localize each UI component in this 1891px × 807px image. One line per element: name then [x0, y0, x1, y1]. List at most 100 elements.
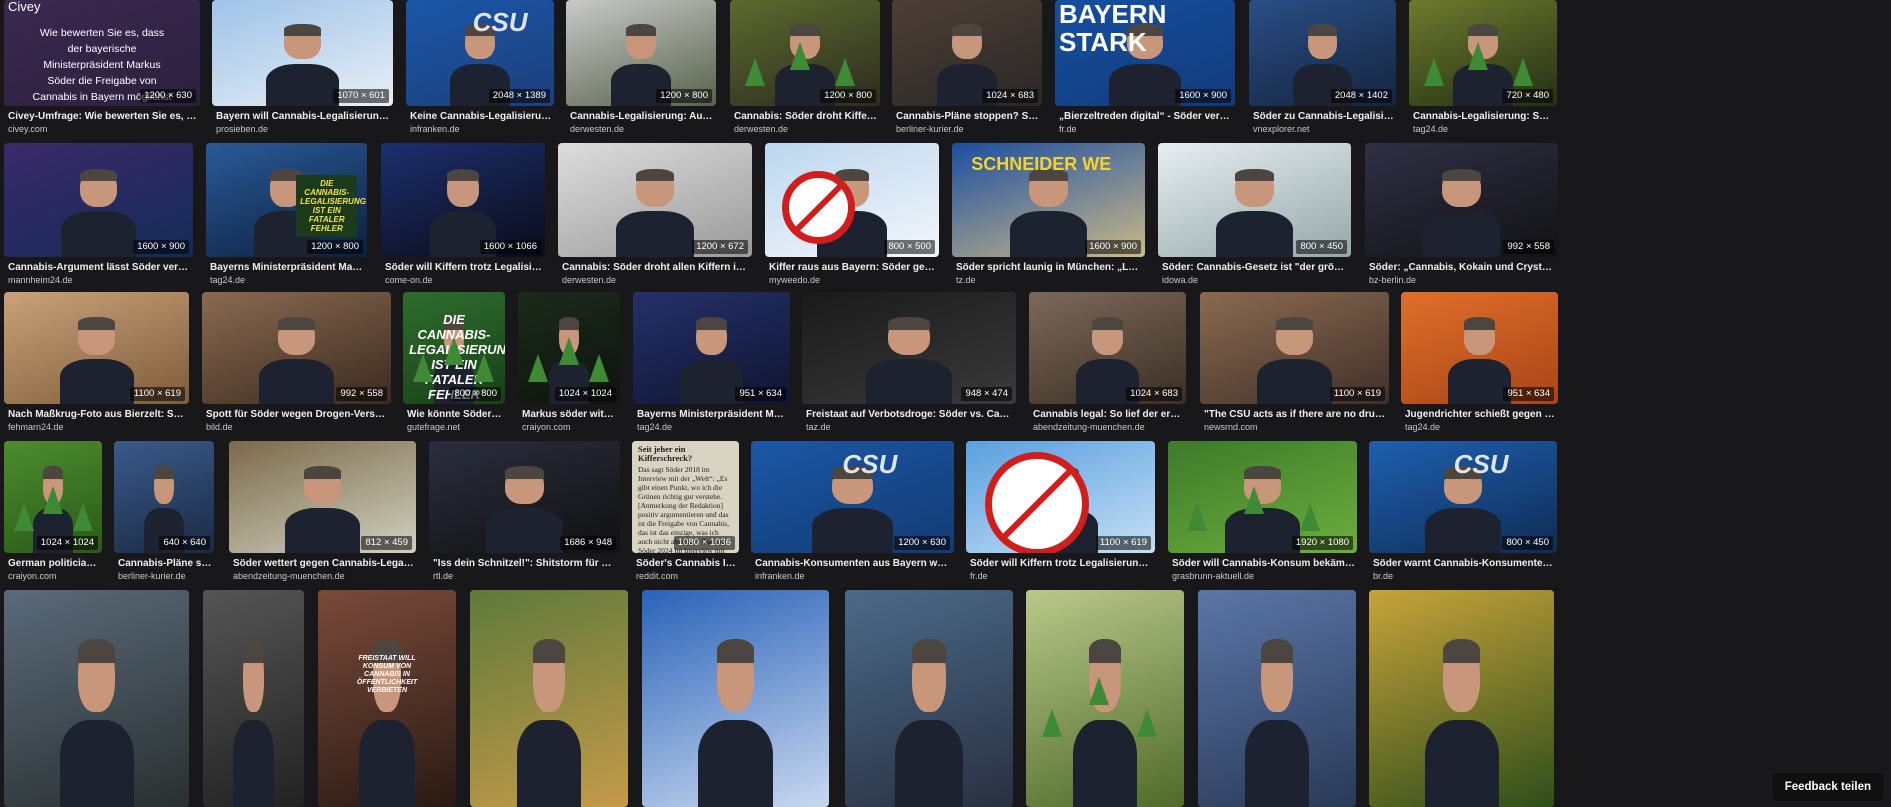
result-source-domain[interactable]: craiyon.com — [522, 421, 618, 433]
result-title-link[interactable]: Söder spricht launig in München: „Lasst … — [956, 261, 1143, 274]
result-title-link[interactable]: Bayern will Cannabis-Legalisierung verhi… — [216, 110, 391, 123]
result-title-link[interactable]: Cannabis-Legalisierung: Ausgerechnet ... — [570, 110, 714, 123]
result-title-link[interactable]: Söder will Kiffern trotz Legalisierung d… — [385, 261, 543, 274]
result-source-domain[interactable]: fehmarn24.de — [8, 421, 187, 433]
result-thumbnail[interactable]: Die Cannabis-Legalisierung ist ein fatal… — [206, 143, 367, 257]
result-thumbnail[interactable]: 1600 × 900 — [4, 143, 193, 257]
result-thumbnail[interactable]: 800 × 500 — [765, 143, 939, 257]
result-title-link[interactable]: Cannabis-Pläne stoppen? ... — [118, 557, 212, 570]
result-title-link[interactable]: "The CSU acts as if there are no drugs i… — [1204, 408, 1387, 421]
result-thumbnail[interactable]: CSU 2048 × 1389 — [406, 0, 554, 106]
result-thumbnail[interactable]: 800 × 450 — [1158, 143, 1351, 257]
result-source-domain[interactable]: rtl.de — [433, 570, 618, 582]
result-thumbnail[interactable]: 992 × 558 — [1365, 143, 1558, 257]
result-source-domain[interactable]: fr.de — [970, 570, 1153, 582]
result-thumbnail[interactable]: 948 × 474 — [802, 292, 1016, 404]
result-title-link[interactable]: Söder: „Cannabis, Kokain und Crystal MET… — [1369, 261, 1556, 274]
result-title-link[interactable]: Keine Cannabis-Legalisierung in Bayer... — [410, 110, 552, 123]
result-thumbnail[interactable]: 1024 × 1024 — [4, 441, 102, 553]
result-source-domain[interactable]: fr.de — [1059, 123, 1233, 135]
result-source-domain[interactable]: bz-berlin.de — [1369, 274, 1556, 286]
result-thumbnail[interactable] — [4, 590, 189, 807]
result-thumbnail[interactable]: 1920 × 1080 — [1168, 441, 1357, 553]
result-source-domain[interactable]: abendzeitung-muenchen.de — [1033, 421, 1184, 433]
result-source-domain[interactable]: civey.com — [8, 123, 198, 135]
result-title-link[interactable]: Wie könnte Söder das Ca... — [407, 408, 503, 421]
result-thumbnail[interactable]: 1100 × 619 — [1200, 292, 1389, 404]
result-source-domain[interactable]: derwesten.de — [570, 123, 714, 135]
result-title-link[interactable]: Bayerns Ministerpräsident Markus Söder z… — [210, 261, 365, 274]
result-thumbnail[interactable]: 2048 × 1402 — [1249, 0, 1396, 106]
result-title-link[interactable]: Söder wettert gegen Cannabis-Legalisieru… — [233, 557, 414, 570]
result-title-link[interactable]: Cannabis-Argument lässt Söder verzweifel… — [8, 261, 191, 274]
result-title-link[interactable]: Civey-Umfrage: Wie bewerten Sie es, dass… — [8, 110, 198, 123]
result-source-domain[interactable]: bild.de — [206, 421, 389, 433]
result-thumbnail[interactable]: 1100 × 619 — [966, 441, 1155, 553]
result-title-link[interactable]: Söder will Kiffern trotz Legalisierung d… — [970, 557, 1153, 570]
result-thumbnail[interactable]: CSU 1200 × 630 — [751, 441, 954, 553]
result-source-domain[interactable]: grasbrunn-aktuell.de — [1172, 570, 1355, 582]
result-thumbnail[interactable]: Civey Wie bewerten Sie es, dass der bayer… — [4, 0, 200, 106]
result-thumbnail[interactable]: Freistaat will Konsum von Cannabis in Öf… — [318, 590, 456, 807]
result-source-domain[interactable]: derwesten.de — [562, 274, 750, 286]
result-source-domain[interactable]: tz.de — [956, 274, 1143, 286]
result-source-domain[interactable]: infranken.de — [755, 570, 952, 582]
result-source-domain[interactable]: gutefrage.net — [407, 421, 503, 433]
result-thumbnail[interactable] — [1026, 590, 1184, 807]
result-thumbnail[interactable]: 1600 × 1066 — [381, 143, 545, 257]
result-title-link[interactable]: "Iss dein Schnitzel!": Shitstorm für Mar… — [433, 557, 618, 570]
result-source-domain[interactable]: newsrnd.com — [1204, 421, 1387, 433]
result-title-link[interactable]: Söder warnt Cannabis-Konsumenten: Lieber… — [1373, 557, 1555, 570]
result-thumbnail[interactable]: CSU 800 × 450 — [1369, 441, 1557, 553]
result-source-domain[interactable]: berliner-kurier.de — [896, 123, 1040, 135]
result-source-domain[interactable]: myweedo.de — [769, 274, 937, 286]
result-thumbnail[interactable] — [845, 590, 1013, 807]
result-thumbnail[interactable]: 640 × 640 — [114, 441, 214, 553]
result-thumbnail[interactable]: 720 × 480 — [1409, 0, 1557, 106]
result-thumbnail[interactable]: Die Cannabis-Legalisierung ist ein fatal… — [403, 292, 505, 404]
result-thumbnail[interactable] — [203, 590, 304, 807]
result-source-domain[interactable]: mannheim24.de — [8, 274, 191, 286]
result-source-domain[interactable]: derwesten.de — [734, 123, 878, 135]
result-thumbnail[interactable]: 1024 × 1024 — [518, 292, 620, 404]
result-thumbnail[interactable] — [1198, 590, 1356, 807]
result-source-domain[interactable]: tag24.de — [1405, 421, 1556, 433]
result-source-domain[interactable]: taz.de — [806, 421, 1014, 433]
result-thumbnail[interactable] — [642, 590, 829, 807]
result-title-link[interactable]: Cannabis-Konsumenten aus Bayern werfen? … — [755, 557, 952, 570]
result-thumbnail[interactable]: 951 × 634 — [1401, 292, 1558, 404]
result-title-link[interactable]: Jugendrichter schießt gegen Söder: "Mit … — [1405, 408, 1556, 421]
result-thumbnail[interactable] — [470, 590, 628, 807]
result-title-link[interactable]: Cannabis: Söder droht allen Kiffern in B… — [562, 261, 750, 274]
result-title-link[interactable]: Söder's Cannabis Interview... — [636, 557, 737, 570]
result-thumbnail[interactable]: 1100 × 619 — [4, 292, 189, 404]
result-thumbnail[interactable]: 1024 × 683 — [1029, 292, 1186, 404]
result-thumbnail[interactable]: 1200 × 672 — [558, 143, 752, 257]
result-thumbnail[interactable]: 951 × 634 — [633, 292, 790, 404]
result-source-domain[interactable]: idowa.de — [1162, 274, 1349, 286]
result-source-domain[interactable]: abendzeitung-muenchen.de — [233, 570, 414, 582]
result-title-link[interactable]: Cannabis legal: So lief der erste Tag in… — [1033, 408, 1184, 421]
result-source-domain[interactable]: vnexplorer.net — [1253, 123, 1394, 135]
result-thumbnail[interactable]: 1686 × 948 — [429, 441, 620, 553]
result-source-domain[interactable]: berliner-kurier.de — [118, 570, 212, 582]
result-source-domain[interactable]: tag24.de — [1413, 123, 1555, 135]
result-title-link[interactable]: Freistaat auf Verbotsdroge: Söder vs. Ca… — [806, 408, 1014, 421]
result-title-link[interactable]: Cannabis: Söder droht Kiffern in Bayern.… — [734, 110, 878, 123]
result-title-link[interactable]: Nach Maßkrug-Foto aus Bierzelt: Söder we… — [8, 408, 187, 421]
result-title-link[interactable]: Spott für Söder wegen Drogen-Versprecher… — [206, 408, 389, 421]
result-title-link[interactable]: Cannabis-Pläne stoppen? Söder löst mi... — [896, 110, 1040, 123]
result-title-link[interactable]: Bayerns Ministerpräsident Markus Söder .… — [637, 408, 788, 421]
result-title-link[interactable]: Kiffer raus aus Bayern: Söder gegen Cann… — [769, 261, 937, 274]
result-thumbnail[interactable] — [1369, 590, 1554, 807]
result-title-link[interactable]: Cannabis-Legalisierung: Söder-Regieru... — [1413, 110, 1555, 123]
result-source-domain[interactable]: infranken.de — [410, 123, 552, 135]
result-title-link[interactable]: Söder: Cannabis-Gesetz ist "der größte A… — [1162, 261, 1349, 274]
result-source-domain[interactable]: tag24.de — [637, 421, 788, 433]
result-title-link[interactable]: „Bierzeltreden digital“ - Söder verbinde… — [1059, 110, 1233, 123]
result-source-domain[interactable]: tag24.de — [210, 274, 365, 286]
result-thumbnail[interactable]: 1200 × 800 — [730, 0, 880, 106]
feedback-button[interactable]: Feedback teilen — [1772, 773, 1883, 801]
result-thumbnail[interactable]: BAYERN STARK 1600 × 900 — [1055, 0, 1235, 106]
result-thumbnail[interactable]: 812 × 459 — [229, 441, 416, 553]
